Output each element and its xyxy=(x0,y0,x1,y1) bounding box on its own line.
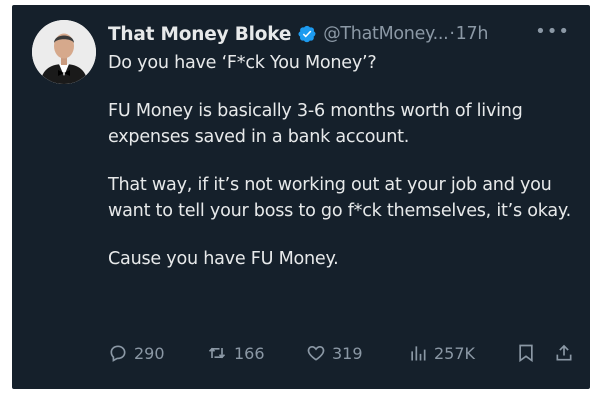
tweet-line: Cause you have FU Money. xyxy=(108,249,339,269)
tweet-card: That Money Bloke @ThatMoney... · 17h •••… xyxy=(12,5,590,389)
views-button[interactable]: 257K xyxy=(408,343,475,363)
tweet-header: That Money Bloke @ThatMoney... · 17h ••• xyxy=(108,20,570,48)
timestamp[interactable]: 17h xyxy=(456,24,489,44)
tweet-actions: 290 166 319 257K xyxy=(108,343,578,371)
tweet-line: That way, if it’s not working out at you… xyxy=(108,175,571,221)
retweet-count: 166 xyxy=(234,343,265,363)
separator-dot: · xyxy=(449,24,455,44)
avatar[interactable] xyxy=(32,20,96,84)
like-button[interactable]: 319 xyxy=(306,343,363,363)
reply-icon xyxy=(110,345,126,362)
reply-count: 290 xyxy=(134,343,165,363)
heart-icon xyxy=(307,345,325,361)
bookmark-icon xyxy=(519,344,533,363)
avatar-photo-icon xyxy=(32,20,96,84)
tweet-text: Do you have ‘F*ck You Money’? FU Money i… xyxy=(108,50,578,294)
tweet-line: FU Money is basically 3-6 months worth o… xyxy=(108,101,523,147)
reply-button[interactable]: 290 xyxy=(108,343,165,363)
share-icon xyxy=(556,344,572,361)
more-horizontal-icon[interactable]: ••• xyxy=(535,20,570,44)
tweet-line: Do you have ‘F*ck You Money’? xyxy=(108,53,377,73)
user-handle[interactable]: @ThatMoney... xyxy=(323,24,448,44)
bookmark-button[interactable] xyxy=(516,343,536,363)
share-button[interactable] xyxy=(554,343,574,363)
display-name[interactable]: That Money Bloke xyxy=(108,24,291,45)
views-chart-icon xyxy=(411,346,426,361)
views-count: 257K xyxy=(434,343,476,363)
retweet-button[interactable]: 166 xyxy=(206,343,265,363)
retweet-icon xyxy=(208,347,226,359)
verified-badge-icon xyxy=(297,24,317,44)
like-count: 319 xyxy=(332,343,363,363)
